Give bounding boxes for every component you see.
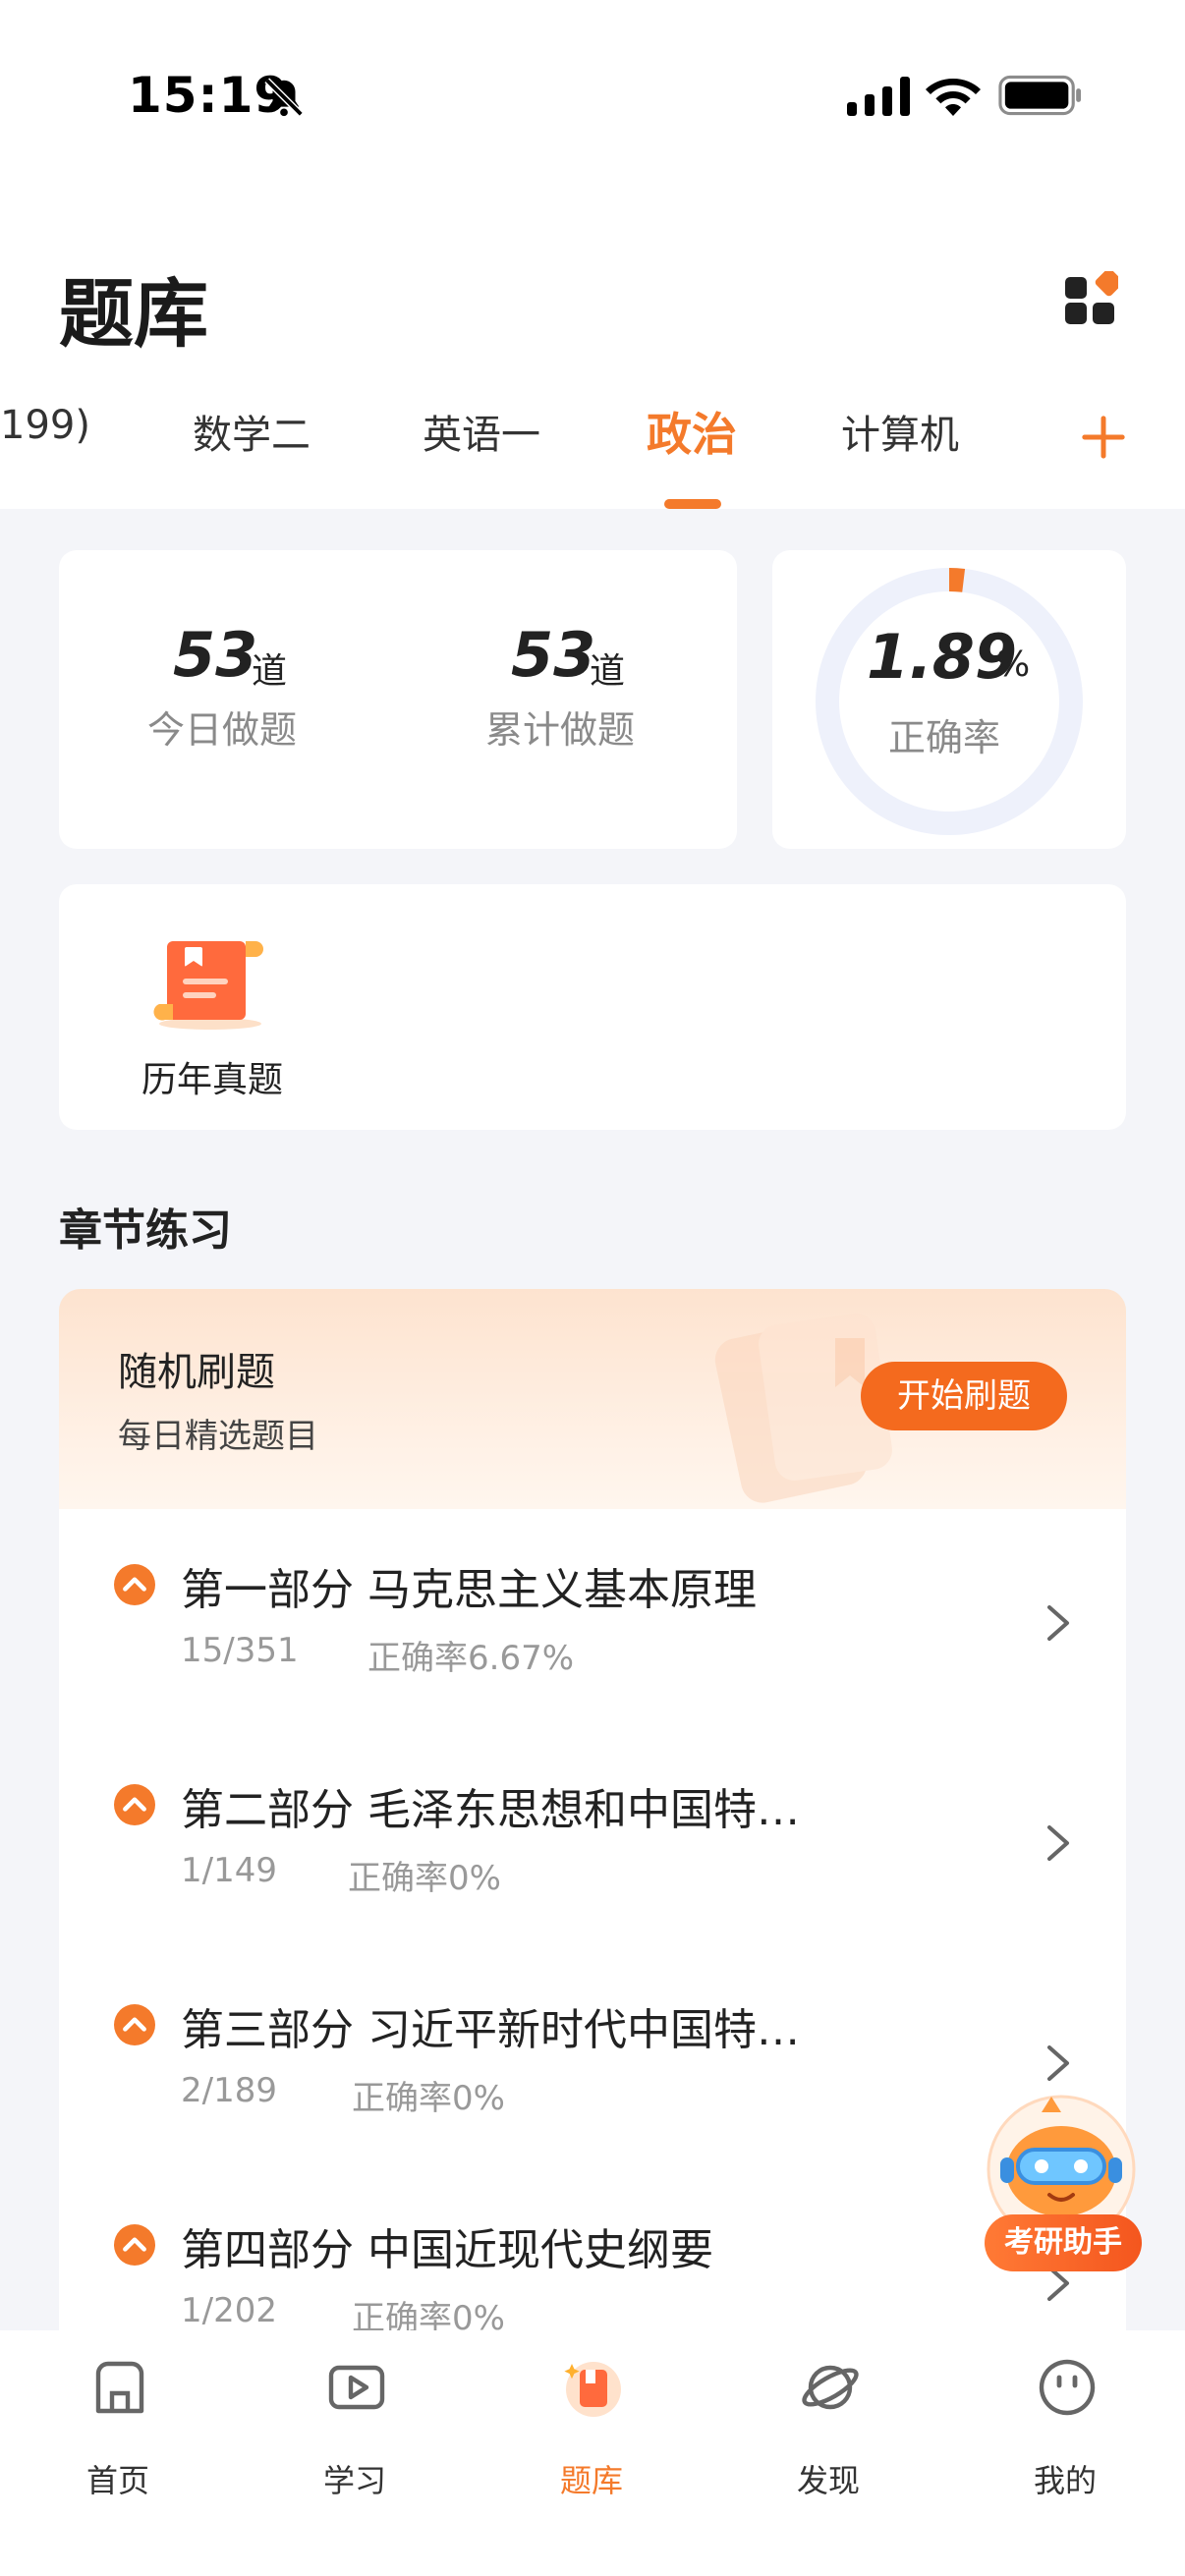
tab-english-1[interactable]: 英语一 [423,403,540,460]
wifi-icon [926,79,981,116]
past-exams-label[interactable]: 历年真题 [141,1051,283,1102]
tab-math-2[interactable]: 数学二 [193,403,310,460]
home-icon [95,2361,144,2414]
chapter-accuracy: 正确率0% [352,2079,505,2118]
bell-muted-icon [264,78,304,117]
random-practice-subtitle: 每日精选题目 [118,1417,318,1456]
cellular-signal-icon [847,77,910,116]
scroll-book-icon[interactable] [153,933,267,1032]
chapter-list: 第一部分 马克思主义基本原理 15/351 正确率6.67% 第二部分 毛泽东思… [59,1509,1126,2338]
today-unit: 道 [252,651,288,692]
tab-computer[interactable]: 计算机 [841,403,959,460]
chapter-title: 第四部分 中国近现代史纲要 [181,2225,713,2275]
nav-label: 题库 [559,2462,623,2499]
tab-199[interactable]: 199) [0,403,90,448]
nav-label: 我的 [1033,2462,1097,2499]
status-bar: 15:19 [0,0,1185,196]
assistant-label[interactable]: 考研助手 [985,2214,1142,2271]
tab-politics[interactable]: 政治 [647,399,737,464]
chapter-progress: 1/149 [181,1851,277,1890]
chevron-right-icon[interactable] [1044,2044,1073,2083]
bottom-navigation: 首页 学习 题库 发现 我的 [0,2330,1185,2576]
past-exams-card: 历年真题 [59,884,1126,1130]
question-bank-icon [564,2362,621,2417]
chapter-item[interactable]: 第一部分 马克思主义基本原理 15/351 正确率6.67% [59,1509,1126,1729]
accuracy-ring [816,568,1083,835]
nav-label: 发现 [796,2462,860,2499]
chapter-progress: 1/202 [181,2291,277,2330]
accuracy-label: 正确率 [888,716,1001,759]
expand-toggle-icon[interactable] [114,1564,155,1605]
battery-icon [998,75,1082,116]
nav-home[interactable]: 首页 [39,2356,197,2499]
accuracy-card: 1.89 % 正确率 [772,550,1126,849]
question-bank-page: 15:19 题库 199) 数学二 英语一 政治 计算机 53 道 今日做题 5… [0,0,1185,2576]
play-icon [328,2365,385,2410]
today-label: 今日做题 [147,708,298,752]
expand-toggle-icon[interactable] [114,2224,155,2266]
category-grid-icon[interactable] [1063,271,1118,326]
accuracy-unit: % [996,644,1031,685]
chapter-progress: 2/189 [181,2071,277,2110]
chapter-accuracy: 正确率0% [348,1859,501,1898]
subject-tabs: 199) 数学二 英语一 政治 计算机 [0,403,1185,509]
nav-label: 首页 [85,2462,149,2499]
add-subject-icon[interactable] [1081,415,1126,460]
total-unit: 道 [590,651,626,692]
chapter-progress: 15/351 [181,1631,299,1670]
active-tab-indicator [664,499,721,509]
total-count: 53 [511,619,596,691]
today-count: 53 [173,619,258,691]
expand-toggle-icon[interactable] [114,2004,155,2045]
expand-toggle-icon[interactable] [114,1784,155,1825]
chapter-title: 第二部分 毛泽东思想和中国特… [181,1785,800,1835]
nav-label: 学习 [322,2462,386,2499]
chapter-item[interactable]: 第三部分 习近平新时代中国特… 2/189 正确率0% [59,1949,1126,2169]
study-assistant-button[interactable]: 考研助手 [973,2093,1150,2279]
chapter-accuracy: 正确率6.67% [367,1639,575,1678]
page-title: 题库 [59,270,208,358]
chapter-item[interactable]: 第二部分 毛泽东思想和中国特… 1/149 正确率0% [59,1729,1126,1949]
random-practice-banner: 随机刷题 每日精选题目 开始刷题 [59,1289,1126,1509]
practice-stats-card: 53 道 今日做题 53 道 累计做题 [59,550,737,849]
chapter-title: 第一部分 马克思主义基本原理 [181,1565,757,1615]
random-practice-title: 随机刷题 [118,1350,275,1395]
total-label: 累计做题 [485,708,636,752]
planet-icon [802,2365,859,2410]
profile-icon [1039,2359,1096,2416]
chapter-title: 第三部分 习近平新时代中国特… [181,2005,800,2055]
start-practice-button[interactable]: 开始刷题 [861,1362,1067,1430]
nav-question-bank[interactable]: 题库 [513,2356,670,2499]
accuracy-value: 1.89 [867,621,1017,693]
nav-study[interactable]: 学习 [276,2356,433,2499]
chevron-right-icon[interactable] [1044,1603,1073,1643]
nav-discover[interactable]: 发现 [750,2356,907,2499]
section-title: 章节练习 [59,1205,232,1256]
chevron-right-icon[interactable] [1044,1823,1073,1863]
nav-profile[interactable]: 我的 [987,2356,1144,2499]
